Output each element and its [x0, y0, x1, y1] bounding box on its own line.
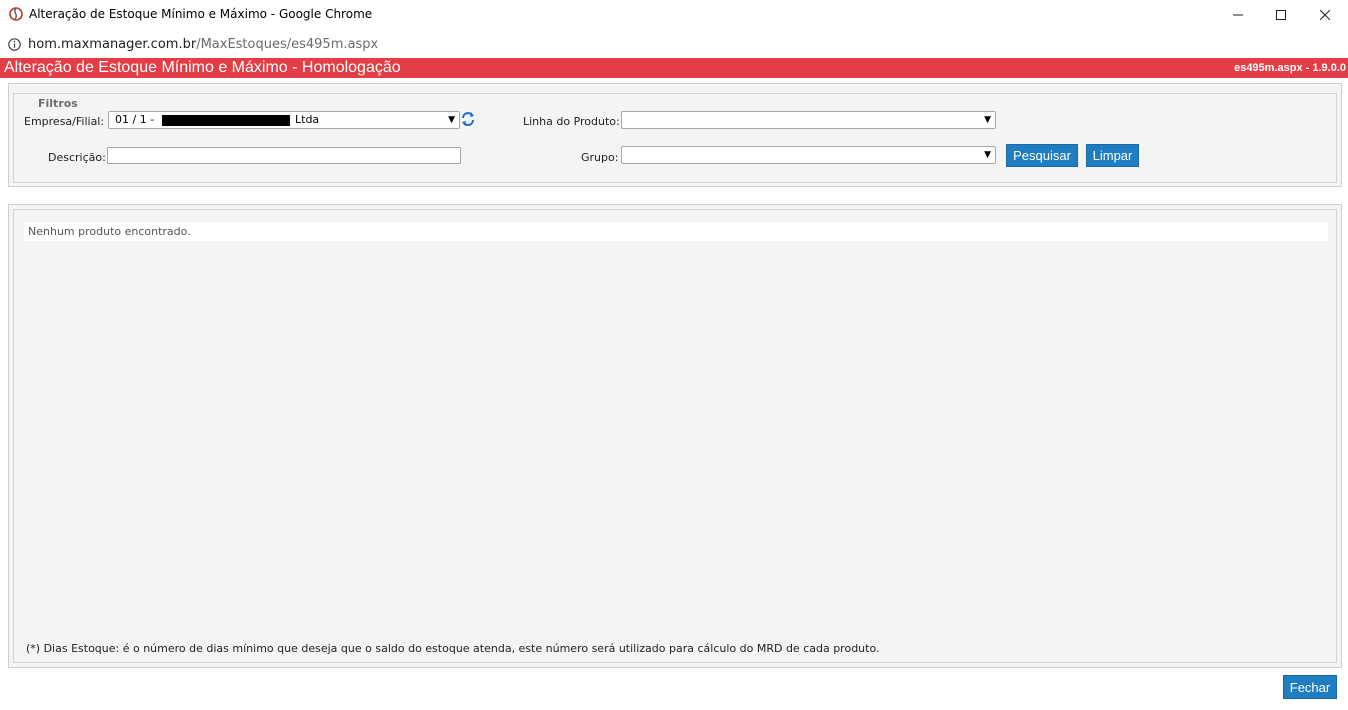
url-text[interactable]: hom.maxmanager.com.br/MaxEstoques/es495m…: [28, 37, 378, 52]
close-icon: [1320, 10, 1330, 20]
close-window-button[interactable]: [1302, 0, 1348, 30]
grupo-label: Grupo:: [581, 151, 619, 164]
minimize-button[interactable]: [1215, 0, 1261, 30]
page-title: Alteração de Estoque Mínimo e Máximo - H…: [4, 59, 401, 76]
grupo-select[interactable]: ▼: [621, 146, 996, 164]
linha-select[interactable]: ▼: [621, 111, 996, 129]
maximize-button[interactable]: [1258, 0, 1304, 30]
page-header: Alteração de Estoque Mínimo e Máximo - H…: [0, 58, 1348, 78]
filters-legend: Filtros: [34, 97, 82, 110]
results-area: Nenhum produto encontrado. (*) Dias Esto…: [13, 209, 1337, 663]
empresa-suffix: Ltda: [295, 113, 320, 126]
window-titlebar: Alteração de Estoque Mínimo e Máximo - G…: [0, 0, 1348, 30]
url-host: hom.maxmanager.com.br: [28, 37, 197, 52]
maximize-icon: [1276, 10, 1286, 20]
empresa-label: Empresa/Filial:: [24, 115, 105, 128]
app-logo-icon: [9, 7, 23, 21]
info-icon[interactable]: [8, 38, 21, 51]
empresa-prefix: 01 / 1 -: [115, 113, 155, 126]
filters-panel: Filtros: [8, 83, 1342, 187]
redacted-block: [162, 115, 290, 126]
window-title: Alteração de Estoque Mínimo e Máximo - G…: [29, 7, 373, 21]
chevron-down-icon: ▼: [984, 115, 991, 125]
version-label: es495m.aspx - 1.9.0.0: [1234, 62, 1346, 74]
descricao-input[interactable]: [107, 147, 461, 164]
empty-message: Nenhum produto encontrado.: [24, 222, 1328, 241]
descricao-label: Descrição:: [48, 151, 106, 164]
clear-button[interactable]: Limpar: [1086, 144, 1139, 167]
refresh-icon[interactable]: [461, 111, 475, 127]
address-bar[interactable]: hom.maxmanager.com.br/MaxEstoques/es495m…: [0, 30, 1348, 58]
filters-fieldset: Filtros: [13, 93, 1337, 183]
chevron-down-icon: ▼: [984, 150, 991, 160]
url-path: /MaxEstoques/es495m.aspx: [196, 37, 379, 52]
empresa-select[interactable]: 01 / 1 - Ltda ▼: [108, 111, 460, 129]
results-panel: Nenhum produto encontrado. (*) Dias Esto…: [8, 204, 1342, 668]
footnote: (*) Dias Estoque: é o número de dias mín…: [26, 642, 880, 655]
linha-label: Linha do Produto:: [523, 115, 620, 128]
search-button[interactable]: Pesquisar: [1006, 144, 1078, 167]
minimize-icon: [1233, 14, 1243, 16]
close-button[interactable]: Fechar: [1283, 675, 1337, 699]
chevron-down-icon: ▼: [448, 115, 455, 125]
